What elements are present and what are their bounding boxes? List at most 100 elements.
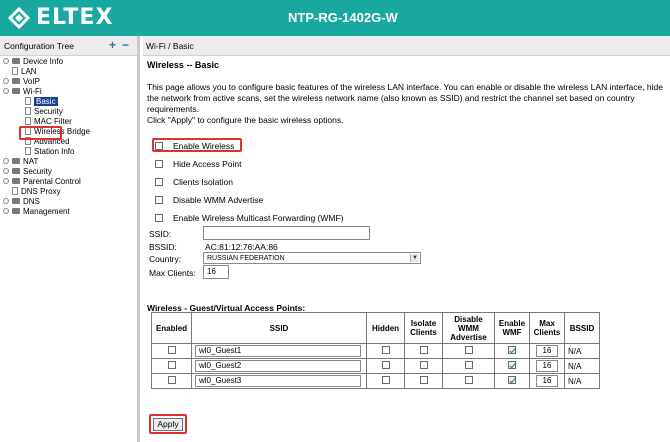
tree-item-lan[interactable]: LAN bbox=[12, 66, 37, 76]
logo-mark-icon bbox=[7, 6, 31, 30]
guest3-disable-wmm-checkbox[interactable] bbox=[464, 376, 473, 384]
page-icon bbox=[12, 67, 18, 75]
hide-access-point-checkbox[interactable] bbox=[155, 160, 163, 168]
col-bssid: BSSID bbox=[564, 312, 600, 344]
col-enable-wmf: Enable WMF bbox=[494, 312, 530, 344]
guest2-hidden-checkbox[interactable] bbox=[381, 361, 390, 369]
guest3-hidden-checkbox[interactable] bbox=[381, 376, 390, 384]
max-clients-label: Max Clients: bbox=[149, 268, 196, 278]
annotation-highlight-apply bbox=[149, 414, 187, 434]
expander-icon[interactable] bbox=[3, 58, 9, 64]
table-row: wl0_Guest1 16 N/A bbox=[151, 343, 600, 359]
guest1-ssid-input[interactable]: wl0_Guest1 bbox=[195, 345, 361, 357]
guest2-enable-wmf-checkbox[interactable] bbox=[508, 361, 516, 369]
option-enable-wmf[interactable]: Enable Wireless Multicast Forwarding (WM… bbox=[155, 212, 344, 224]
annotation-highlight-enable-wireless bbox=[152, 138, 242, 152]
description-text: This page allows you to configure basic … bbox=[147, 82, 663, 114]
tree-item-voip[interactable]: VoIP bbox=[3, 76, 40, 86]
col-hidden: Hidden bbox=[366, 312, 405, 344]
guest2-max-clients-input[interactable]: 16 bbox=[536, 360, 558, 372]
guest3-enabled-checkbox[interactable] bbox=[167, 376, 176, 384]
page-icon bbox=[25, 97, 31, 105]
guest1-bssid: N/A bbox=[564, 343, 600, 359]
max-clients-input[interactable]: 16 bbox=[203, 265, 229, 279]
tree-item-dns-proxy[interactable]: DNS Proxy bbox=[12, 186, 61, 196]
page-description: This page allows you to configure basic … bbox=[147, 82, 665, 126]
page-title: Wireless -- Basic bbox=[147, 60, 219, 70]
expander-icon[interactable] bbox=[3, 88, 9, 94]
folder-icon bbox=[12, 168, 20, 174]
guest3-isolate-checkbox[interactable] bbox=[419, 376, 428, 384]
tree-item-station-info[interactable]: Station Info bbox=[25, 146, 74, 156]
ssid-input[interactable] bbox=[203, 226, 370, 240]
page-icon bbox=[25, 147, 31, 155]
tree-item-nat[interactable]: NAT bbox=[3, 156, 38, 166]
guest3-ssid-input[interactable]: wl0_Guest3 bbox=[195, 375, 361, 387]
guest3-max-clients-input[interactable]: 16 bbox=[536, 375, 558, 387]
folder-icon bbox=[12, 158, 20, 164]
expander-icon[interactable] bbox=[3, 178, 9, 184]
guest3-bssid: N/A bbox=[564, 373, 600, 389]
page-icon bbox=[25, 117, 31, 125]
guest1-max-clients-input[interactable]: 16 bbox=[536, 345, 558, 357]
guest-ap-table: Enabled SSID Hidden Isolate Clients Disa… bbox=[151, 312, 600, 389]
collapse-all-icon[interactable]: − bbox=[122, 38, 129, 52]
folder-open-icon bbox=[12, 88, 20, 94]
main-content: Wi-Fi / Basic Wireless -- Basic This pag… bbox=[143, 36, 670, 442]
folder-icon bbox=[12, 78, 20, 84]
expand-all-icon[interactable]: + bbox=[109, 38, 116, 52]
expander-icon[interactable] bbox=[3, 198, 9, 204]
folder-icon bbox=[12, 178, 20, 184]
disable-wmm-checkbox[interactable] bbox=[155, 196, 163, 204]
folder-icon bbox=[12, 198, 20, 204]
guest1-enable-wmf-checkbox[interactable] bbox=[508, 346, 516, 354]
option-disable-wmm[interactable]: Disable WMM Advertise bbox=[155, 194, 263, 206]
tree-item-security[interactable]: Security bbox=[3, 166, 52, 176]
tree-item-wifi-security[interactable]: Security bbox=[25, 106, 63, 116]
tree-item-wifi[interactable]: Wi-Fi bbox=[3, 86, 42, 96]
app-header: ELTEX NTP-RG-1402G-W bbox=[0, 0, 670, 36]
guest3-enable-wmf-checkbox[interactable] bbox=[508, 376, 516, 384]
guest1-disable-wmm-checkbox[interactable] bbox=[464, 346, 473, 354]
guest1-isolate-checkbox[interactable] bbox=[419, 346, 428, 354]
tree-item-parental-control[interactable]: Parental Control bbox=[3, 176, 81, 186]
col-isolate-clients: Isolate Clients bbox=[404, 312, 443, 344]
option-hide-access-point[interactable]: Hide Access Point bbox=[155, 158, 242, 170]
expander-icon[interactable] bbox=[3, 208, 9, 214]
config-tree-header: Configuration Tree + − bbox=[0, 36, 137, 56]
country-label: Country: bbox=[149, 254, 182, 264]
col-ssid: SSID bbox=[191, 312, 367, 344]
breadcrumb: Wi-Fi / Basic bbox=[143, 36, 670, 56]
chevron-down-icon[interactable]: ▼ bbox=[410, 254, 419, 262]
page-icon bbox=[12, 187, 18, 195]
logo-text: ELTEX bbox=[36, 5, 114, 30]
guest1-hidden-checkbox[interactable] bbox=[381, 346, 390, 354]
folder-icon bbox=[12, 208, 20, 214]
country-select[interactable]: RUSSIAN FEDERATION ▼ bbox=[203, 252, 421, 264]
tree-item-mac-filter[interactable]: MAC Filter bbox=[25, 116, 72, 126]
clients-isolation-checkbox[interactable] bbox=[155, 178, 163, 186]
guest2-isolate-checkbox[interactable] bbox=[419, 361, 428, 369]
tree-item-device-info[interactable]: Device Info bbox=[3, 56, 63, 66]
tree-item-wifi-basic[interactable]: Basic bbox=[25, 96, 58, 106]
guest2-disable-wmm-checkbox[interactable] bbox=[464, 361, 473, 369]
config-tree-panel: Configuration Tree + − Device Info LAN V… bbox=[0, 36, 140, 442]
col-max-clients: Max Clients bbox=[529, 312, 565, 344]
tree-item-management[interactable]: Management bbox=[3, 206, 70, 216]
enable-wmf-checkbox[interactable] bbox=[155, 214, 163, 222]
option-clients-isolation[interactable]: Clients Isolation bbox=[155, 176, 233, 188]
expander-icon[interactable] bbox=[3, 168, 9, 174]
expander-icon[interactable] bbox=[3, 158, 9, 164]
guest2-ssid-input[interactable]: wl0_Guest2 bbox=[195, 360, 361, 372]
device-model: NTP-RG-1402G-W bbox=[288, 10, 398, 25]
guest1-enabled-checkbox[interactable] bbox=[167, 346, 176, 354]
tree-item-dns[interactable]: DNS bbox=[3, 196, 40, 206]
guest2-bssid: N/A bbox=[564, 358, 600, 374]
annotation-highlight-basic bbox=[19, 126, 62, 140]
bssid-value: AC:81:12:76:AA:86 bbox=[205, 242, 278, 252]
ssid-label: SSID: bbox=[149, 229, 172, 239]
guest2-enabled-checkbox[interactable] bbox=[167, 361, 176, 369]
table-row: wl0_Guest2 16 N/A bbox=[151, 358, 600, 374]
expander-icon[interactable] bbox=[3, 78, 9, 84]
instruction-text: Click "Apply" to configure the basic wir… bbox=[147, 115, 344, 125]
